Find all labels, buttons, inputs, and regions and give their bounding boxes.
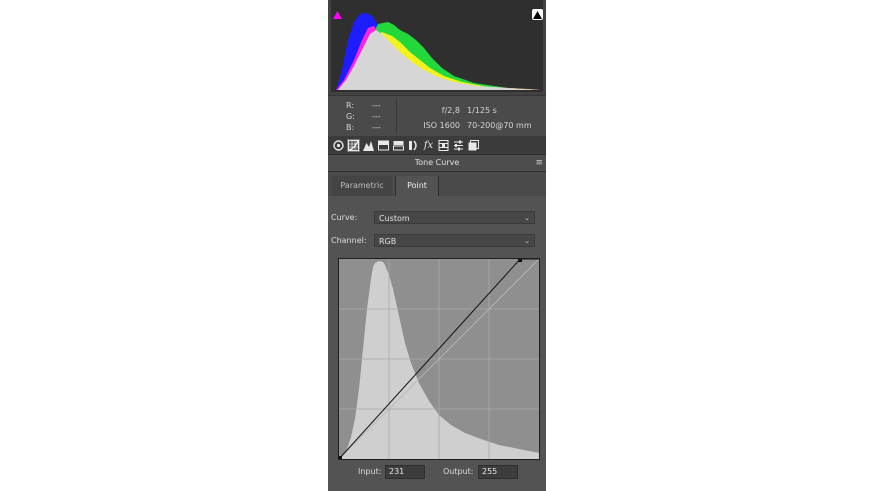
basic-icon[interactable] bbox=[333, 139, 344, 151]
exif-readout: f/2,8 1/125 s ISO 1600 70-200@70 mm bbox=[404, 103, 532, 133]
channel-label: Channel: bbox=[331, 236, 367, 245]
panel-title-bar: Tone Curve ≡ bbox=[328, 154, 546, 172]
rgb-readout: R: --- G: --- B: --- bbox=[346, 100, 381, 133]
input-field[interactable]: 231 bbox=[385, 465, 425, 479]
effects-icon[interactable]: fx bbox=[423, 140, 434, 151]
b-value: --- bbox=[372, 123, 381, 132]
panel-title: Tone Curve bbox=[414, 158, 460, 167]
shadow-clipping-warning-icon[interactable] bbox=[332, 9, 343, 20]
chevron-down-icon: ⌄ bbox=[524, 237, 530, 245]
tone-curve-icon[interactable] bbox=[347, 138, 360, 152]
hsl-icon[interactable] bbox=[378, 140, 389, 151]
lens-corrections-icon[interactable] bbox=[408, 140, 419, 151]
panel-tool-icons: fx bbox=[328, 136, 546, 154]
channel-select[interactable]: RGB ⌄ bbox=[374, 234, 535, 247]
histogram-graph bbox=[331, 0, 543, 92]
info-divider bbox=[396, 98, 397, 134]
tone-curve-tabs: Parametric Point bbox=[328, 172, 546, 196]
aperture-value: f/2,8 bbox=[441, 106, 460, 115]
detail-icon[interactable] bbox=[363, 140, 374, 151]
histogram bbox=[328, 0, 546, 95]
g-value: --- bbox=[372, 112, 381, 121]
info-readout: R: --- G: --- B: --- f/2,8 1/125 s ISO 1600 7… bbox=[328, 95, 546, 137]
panel-menu-icon[interactable]: ≡ bbox=[535, 155, 543, 171]
shutter-value: 1/125 s bbox=[467, 106, 497, 115]
highlight-clipping-warning-icon[interactable] bbox=[532, 9, 543, 20]
tab-parametric[interactable]: Parametric bbox=[332, 176, 392, 196]
curve-preset-select[interactable]: Custom ⌄ bbox=[374, 211, 535, 224]
split-toning-icon[interactable] bbox=[393, 140, 404, 151]
tab-point[interactable]: Point bbox=[395, 176, 439, 196]
presets-icon[interactable] bbox=[453, 140, 464, 151]
output-field[interactable]: 255 bbox=[478, 465, 518, 479]
g-label: G: bbox=[346, 112, 355, 121]
camera-raw-panel: R: --- G: --- B: --- f/2,8 1/125 s ISO 1600 7… bbox=[328, 0, 546, 491]
channel-value: RGB bbox=[379, 237, 397, 246]
r-label: R: bbox=[346, 101, 355, 110]
snapshots-icon[interactable] bbox=[468, 139, 479, 151]
curve-point-selected[interactable] bbox=[518, 259, 523, 262]
iso-value: ISO 1600 bbox=[423, 121, 460, 130]
chevron-down-icon: ⌄ bbox=[524, 214, 530, 222]
point-curve-body: Curve: Custom ⌄ Channel: RGB ⌄ Input: 23… bbox=[328, 196, 546, 491]
point-curve-editor[interactable] bbox=[338, 258, 540, 460]
input-label: Input: bbox=[358, 467, 382, 476]
r-value: --- bbox=[372, 101, 381, 110]
lens-value: 70-200@70 mm bbox=[467, 121, 532, 130]
b-label: B: bbox=[346, 123, 355, 132]
curve-graph[interactable] bbox=[339, 259, 539, 459]
camera-calibration-icon[interactable] bbox=[438, 139, 449, 151]
curve-label: Curve: bbox=[331, 213, 358, 222]
curve-preset-value: Custom bbox=[379, 214, 410, 223]
curve-point-black[interactable] bbox=[339, 456, 342, 459]
output-label: Output: bbox=[443, 467, 474, 476]
